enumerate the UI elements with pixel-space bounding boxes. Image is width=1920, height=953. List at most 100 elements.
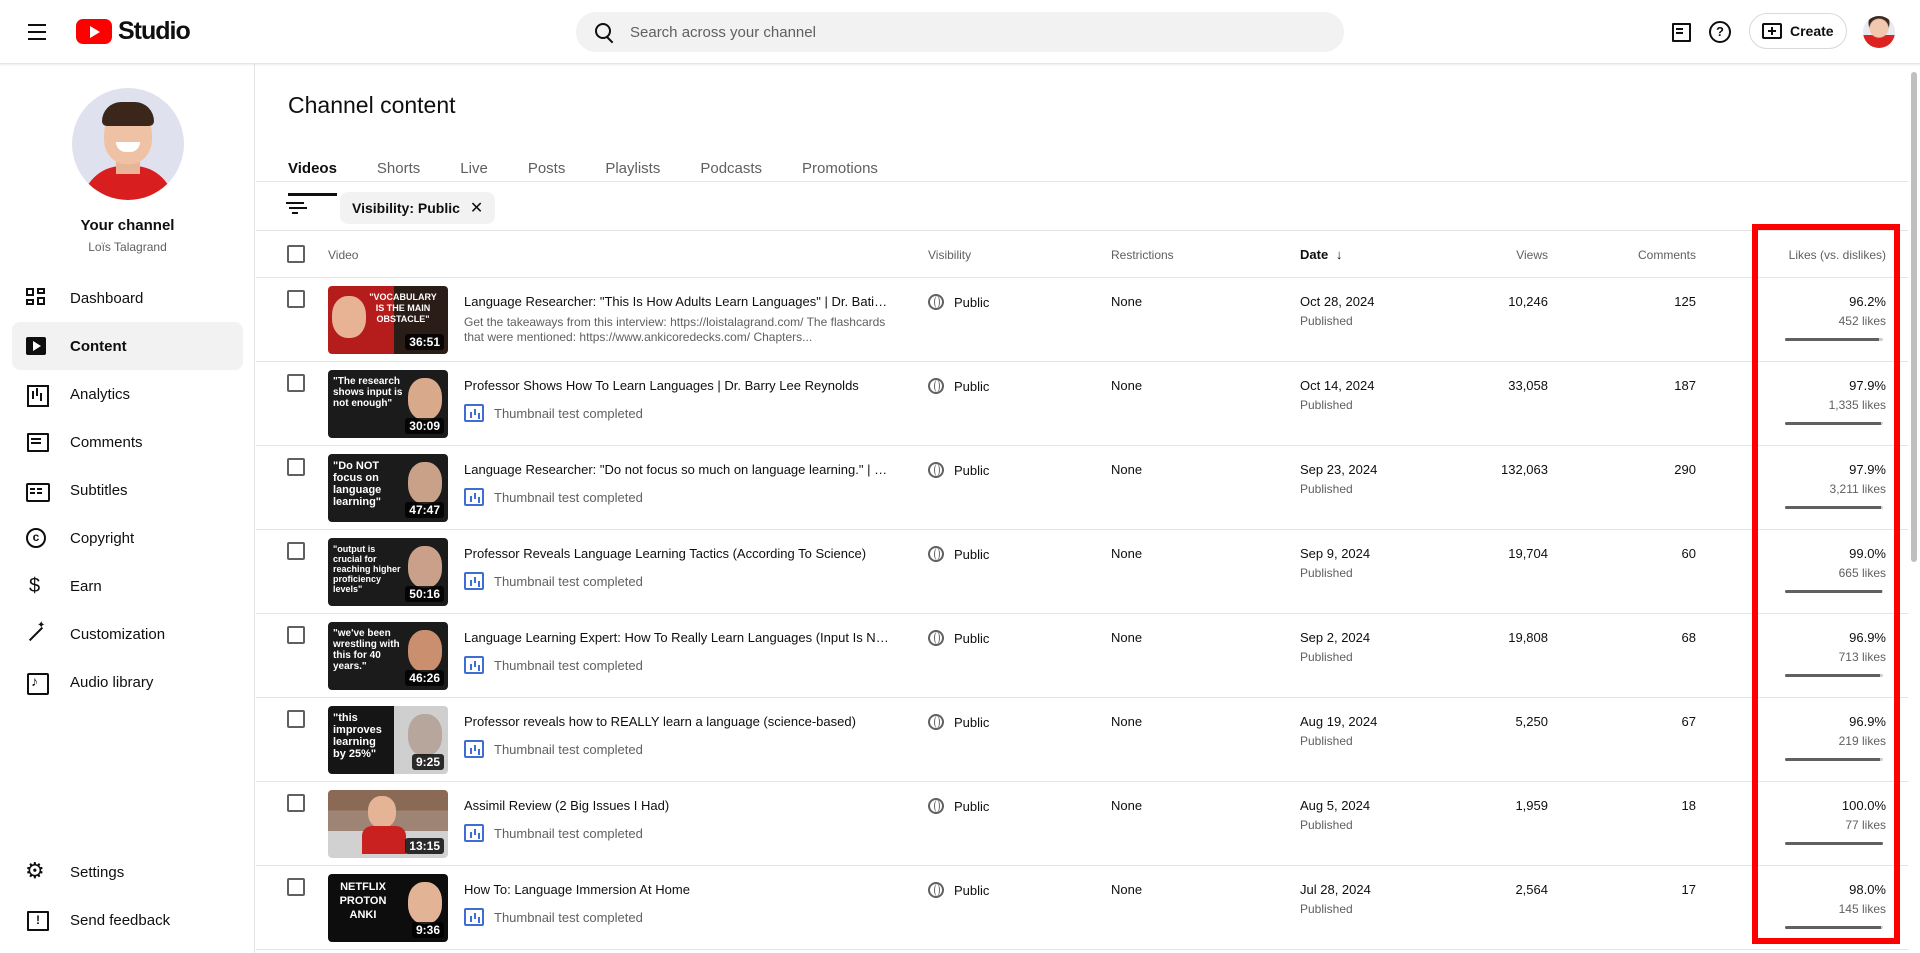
page-scrollbar[interactable] <box>1908 64 1920 953</box>
thumbnail-test-status[interactable]: Thumbnail test completed <box>464 908 643 926</box>
menu-icon[interactable] <box>22 20 54 44</box>
tab-live[interactable]: Live <box>460 148 488 196</box>
studio-logo[interactable]: Studio <box>76 17 191 46</box>
sidebar-item-comments[interactable]: Comments <box>12 418 243 466</box>
channel-avatar[interactable] <box>72 88 184 200</box>
column-views[interactable]: Views <box>1456 248 1548 262</box>
row-checkbox[interactable] <box>287 542 305 560</box>
thumbnail-test-status[interactable]: Thumbnail test completed <box>464 656 643 674</box>
filter-icon[interactable] <box>286 198 306 218</box>
send-feedback-icon <box>24 908 49 932</box>
table-row[interactable]: "Do NOT focus on language learning" 47:4… <box>256 446 1908 530</box>
column-restrictions[interactable]: Restrictions <box>1111 248 1174 262</box>
scrollbar-thumb[interactable] <box>1911 72 1917 562</box>
row-checkbox[interactable] <box>287 290 305 308</box>
row-checkbox[interactable] <box>287 374 305 392</box>
column-visibility[interactable]: Visibility <box>928 248 971 262</box>
search-bar[interactable] <box>576 12 1344 52</box>
video-thumbnail[interactable]: "VOCABULARY IS THE MAIN OBSTACLE" 36:51 <box>328 286 448 354</box>
video-thumbnail[interactable]: "The research shows input is not enough"… <box>328 370 448 438</box>
comments-count[interactable]: 125 <box>1576 294 1696 309</box>
sidebar-item-dashboard[interactable]: Dashboard <box>12 274 243 322</box>
table-row[interactable]: 13:15 Assimil Review (2 Big Issues I Had… <box>256 782 1908 866</box>
close-icon[interactable]: ✕ <box>470 198 483 218</box>
visibility-dropdown[interactable]: Public <box>928 882 989 898</box>
visibility-dropdown[interactable]: Public <box>928 462 989 478</box>
video-thumbnail[interactable]: 13:15 <box>328 790 448 858</box>
table-row[interactable]: "this improves learning by 25%" 9:25 Pro… <box>256 698 1908 782</box>
column-comments[interactable]: Comments <box>1576 248 1696 262</box>
row-checkbox[interactable] <box>287 794 305 812</box>
select-all-checkbox[interactable] <box>287 245 305 263</box>
visibility-dropdown[interactable]: Public <box>928 546 989 562</box>
search-input[interactable] <box>630 23 1280 41</box>
thumbnail-test-status[interactable]: Thumbnail test completed <box>464 572 643 590</box>
video-title[interactable]: Language Researcher: "This Is How Adults… <box>464 294 889 309</box>
thumbnail-test-status[interactable]: Thumbnail test completed <box>464 488 643 506</box>
table-row[interactable]: NETFLIX PROTON ANKI 9:36 How To: Languag… <box>256 866 1908 950</box>
sidebar-item-analytics[interactable]: Analytics <box>12 370 243 418</box>
globe-icon <box>928 546 944 562</box>
comments-count[interactable]: 67 <box>1576 714 1696 729</box>
thumbnail-test-status[interactable]: Thumbnail test completed <box>464 824 643 842</box>
likes-ratio-bar <box>1785 674 1883 677</box>
sidebar-item-subtitles[interactable]: Subtitles <box>12 466 243 514</box>
video-title[interactable]: Professor Shows How To Learn Languages |… <box>464 378 889 393</box>
tab-posts[interactable]: Posts <box>528 148 566 196</box>
tab-videos[interactable]: Videos <box>288 148 337 196</box>
filter-chip-visibility[interactable]: Visibility: Public ✕ <box>340 192 496 224</box>
video-title[interactable]: Language Learning Expert: How To Really … <box>464 630 889 645</box>
likes-ratio-fill <box>1785 842 1883 845</box>
video-thumbnail[interactable]: "this improves learning by 25%" 9:25 <box>328 706 448 774</box>
row-checkbox[interactable] <box>287 710 305 728</box>
sidebar-item-copyright[interactable]: Copyright <box>12 514 243 562</box>
video-title[interactable]: Language Researcher: "Do not focus so mu… <box>464 462 889 477</box>
comments-count[interactable]: 18 <box>1576 798 1696 813</box>
table-row[interactable]: "output is crucial for reaching higher p… <box>256 530 1908 614</box>
help-icon[interactable] <box>1708 20 1732 44</box>
thumbnail-test-status[interactable]: Thumbnail test completed <box>464 740 643 758</box>
sidebar-item-content[interactable]: Content <box>12 322 243 370</box>
comments-count[interactable]: 290 <box>1576 462 1696 477</box>
comments-count[interactable]: 187 <box>1576 378 1696 393</box>
visibility-dropdown[interactable]: Public <box>928 378 989 394</box>
column-likes[interactable]: Likes (vs. dislikes) <box>1736 248 1886 262</box>
video-thumbnail[interactable]: NETFLIX PROTON ANKI 9:36 <box>328 874 448 942</box>
search-icon[interactable] <box>592 20 616 44</box>
table-row[interactable]: "The research shows input is not enough"… <box>256 362 1908 446</box>
visibility-dropdown[interactable]: Public <box>928 798 989 814</box>
table-row[interactable]: "we've been wrestling with this for 40 y… <box>256 614 1908 698</box>
video-thumbnail[interactable]: "output is crucial for reaching higher p… <box>328 538 448 606</box>
comments-count[interactable]: 17 <box>1576 882 1696 897</box>
row-checkbox[interactable] <box>287 626 305 644</box>
visibility-dropdown[interactable]: Public <box>928 294 989 310</box>
comments-count[interactable]: 60 <box>1576 546 1696 561</box>
sidebar-item-send-feedback[interactable]: Send feedback <box>12 896 243 944</box>
account-avatar[interactable] <box>1863 16 1895 48</box>
video-title[interactable]: Assimil Review (2 Big Issues I Had) <box>464 798 889 813</box>
messages-icon[interactable] <box>1669 20 1693 44</box>
column-date[interactable]: Date ↓ <box>1300 247 1342 262</box>
tab-promotions[interactable]: Promotions <box>802 148 878 196</box>
video-thumbnail[interactable]: "we've been wrestling with this for 40 y… <box>328 622 448 690</box>
row-checkbox[interactable] <box>287 878 305 896</box>
row-checkbox[interactable] <box>287 458 305 476</box>
video-title[interactable]: How To: Language Immersion At Home <box>464 882 889 897</box>
visibility-dropdown[interactable]: Public <box>928 714 989 730</box>
video-title[interactable]: Professor reveals how to REALLY learn a … <box>464 714 889 729</box>
comments-count[interactable]: 68 <box>1576 630 1696 645</box>
sidebar-item-audio-library[interactable]: Audio library <box>12 658 243 706</box>
tab-playlists[interactable]: Playlists <box>605 148 660 196</box>
sidebar-item-settings[interactable]: Settings <box>12 848 243 896</box>
video-title[interactable]: Professor Reveals Language Learning Tact… <box>464 546 889 561</box>
visibility-dropdown[interactable]: Public <box>928 630 989 646</box>
table-row[interactable]: "VOCABULARY IS THE MAIN OBSTACLE" 36:51 … <box>256 278 1908 362</box>
top-bar: Studio Create <box>0 0 1920 64</box>
thumbnail-test-status[interactable]: Thumbnail test completed <box>464 404 643 422</box>
tab-shorts[interactable]: Shorts <box>377 148 420 196</box>
tab-podcasts[interactable]: Podcasts <box>700 148 762 196</box>
video-thumbnail[interactable]: "Do NOT focus on language learning" 47:4… <box>328 454 448 522</box>
sidebar-item-customization[interactable]: Customization <box>12 610 243 658</box>
create-button[interactable]: Create <box>1749 13 1847 49</box>
sidebar-item-earn[interactable]: Earn <box>12 562 243 610</box>
